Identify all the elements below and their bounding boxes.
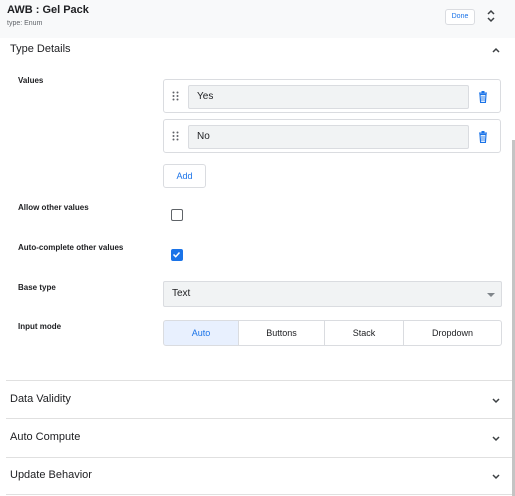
input-mode-buttons[interactable]: Buttons: [238, 320, 325, 346]
value-row: Yes: [163, 79, 501, 113]
done-button[interactable]: Done: [445, 9, 475, 25]
base-type-label: Base type: [18, 283, 56, 292]
update-behavior-header[interactable]: Update Behavior: [0, 458, 510, 495]
data-validity-header[interactable]: Data Validity: [0, 381, 510, 418]
editor-header: AWB : Gel Pack type: Enum Done: [0, 0, 515, 38]
allow-other-label: Allow other values: [18, 203, 89, 212]
input-mode-auto[interactable]: Auto: [163, 320, 239, 346]
update-behavior-label: Update Behavior: [10, 469, 92, 481]
input-mode-stack[interactable]: Stack: [324, 320, 404, 346]
trash-icon[interactable]: [478, 131, 488, 143]
autocomplete-label: Auto-complete other values: [18, 243, 124, 252]
value-row: No: [163, 119, 501, 153]
chevron-down-icon: [492, 474, 500, 480]
chevron-down-icon: [492, 436, 500, 442]
data-validity-label: Data Validity: [10, 393, 71, 405]
dropdown-arrow-icon: [487, 293, 495, 297]
value-input[interactable]: No: [188, 125, 469, 149]
drag-handle-icon[interactable]: [172, 91, 179, 101]
drag-handle-icon[interactable]: [172, 131, 179, 141]
values-label: Values: [18, 76, 44, 85]
auto-compute-label: Auto Compute: [10, 431, 81, 443]
column-type: type: Enum: [7, 20, 43, 27]
input-mode-dropdown[interactable]: Dropdown: [403, 320, 502, 346]
base-type-value: Text: [172, 288, 191, 299]
input-mode-label: Input mode: [18, 322, 62, 331]
chevron-down-icon: [492, 398, 500, 404]
value-input[interactable]: Yes: [188, 85, 469, 109]
add-value-button[interactable]: Add: [163, 164, 206, 188]
type-details-header[interactable]: Type Details: [0, 38, 515, 62]
divider: [6, 494, 515, 495]
trash-icon[interactable]: [478, 91, 488, 103]
check-icon: [172, 251, 181, 258]
auto-compute-header[interactable]: Auto Compute: [0, 419, 510, 457]
allow-other-checkbox[interactable]: [171, 209, 183, 221]
chevron-up-down-icon[interactable]: [485, 8, 497, 24]
autocomplete-checkbox[interactable]: [171, 249, 183, 261]
chevron-up-icon: [492, 47, 500, 53]
type-details-label: Type Details: [10, 43, 71, 55]
column-title: AWB : Gel Pack: [7, 4, 89, 16]
base-type-select[interactable]: Text: [163, 281, 502, 307]
